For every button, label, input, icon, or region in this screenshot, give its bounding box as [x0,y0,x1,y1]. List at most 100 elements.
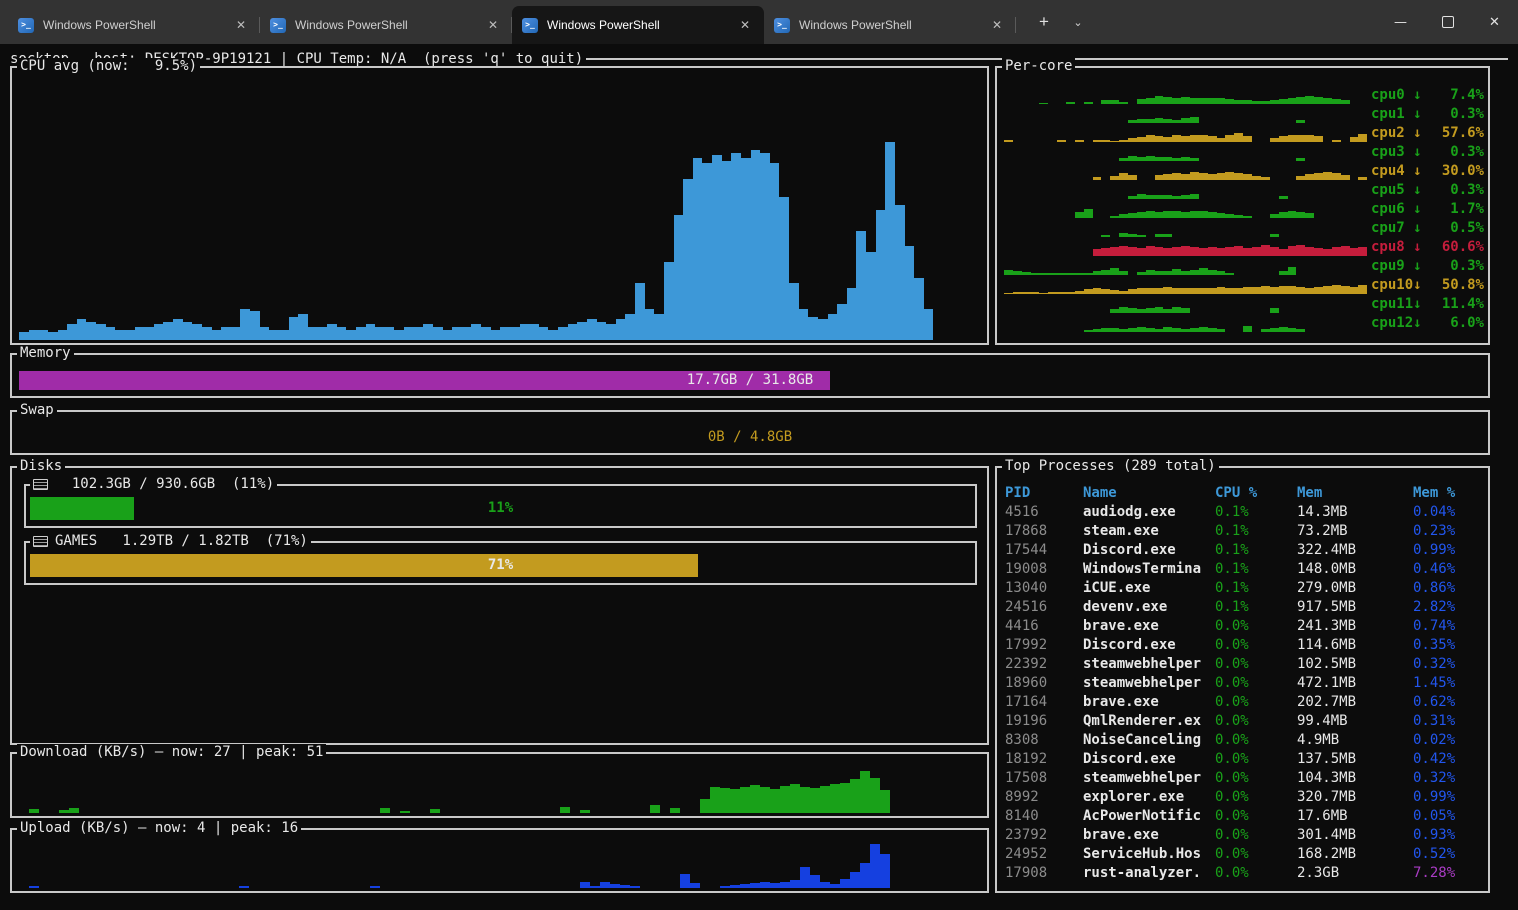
process-cell: 24952 [1005,845,1083,864]
chart-bar [67,324,77,340]
chart-bar [1234,246,1243,256]
chart-bar [1270,247,1279,256]
disk-games-bar: 71% [30,554,971,577]
process-cell: ServiceHub.Hos [1083,845,1215,864]
chart-bar [1155,234,1164,237]
chart-bar [173,319,183,340]
chart-bar [1332,285,1341,294]
disks-title: Disks [17,458,65,475]
tab-4[interactable]: >_Windows PowerShell✕ [764,6,1016,44]
chart-bar [1261,177,1270,180]
chart-bar [289,317,299,340]
chart-bar [452,327,462,340]
chart-bar [1163,287,1172,294]
maximize-button[interactable] [1424,0,1471,44]
chart-bar [799,309,809,340]
chart-bar [635,283,645,340]
process-cell: WindowsTermina [1083,560,1215,579]
core-row-2: cpu2 ↓57.6% [1004,124,1484,143]
process-cell: 8308 [1005,731,1083,750]
core-name: cpu6 ↓ [1371,200,1422,219]
swap-panel: Swap 0B / 4.8GB [10,410,1490,455]
chart-bar [1217,271,1226,275]
chart-bar [1217,138,1226,142]
tab-close-icon[interactable]: ✕ [484,18,502,32]
chart-bar [1048,273,1057,275]
chart-bar [1075,212,1084,218]
chart-bar [1163,211,1172,218]
chart-bar [740,787,750,813]
tab-label: Windows PowerShell [295,18,475,32]
minimize-button[interactable]: — [1377,0,1424,44]
chart-bar [751,150,761,340]
process-cell: QmlRenderer.ex [1083,712,1215,731]
process-cell: 301.4MB [1297,826,1413,845]
chart-bar [1181,329,1190,332]
process-cell: 0.0% [1215,788,1297,807]
tab-close-icon[interactable]: ✕ [736,18,754,32]
chart-bar [1039,103,1048,104]
chart-bar [1110,176,1119,180]
process-cell: devenv.exe [1083,598,1215,617]
core-sparkline [1004,126,1367,142]
disk-gauge-games: GAMES 1.29TB / 1.82TB (71%) 71% [24,541,977,585]
disk-c-percent: 11% [30,497,971,520]
chart-bar [600,882,610,888]
chart-bar [1323,249,1332,256]
chart-bar [850,872,860,888]
chart-bar [86,322,96,340]
chart-bar [1217,287,1226,294]
process-cell: iCUE.exe [1083,579,1215,598]
chart-bar [1084,289,1093,294]
cpu-avg-title: CPU avg (now: 9.5%) [17,58,200,75]
chart-bar [1190,158,1199,161]
chart-bar [820,786,830,813]
chart-bar [1075,140,1084,142]
chart-bar [1261,101,1270,104]
chart-bar [1057,273,1066,275]
new-tab-button[interactable]: + [1030,12,1058,32]
memory-panel: Memory 17.7GB / 31.8GB [10,353,1490,398]
chart-bar [1146,270,1155,275]
chart-bar [1119,102,1128,104]
chart-bar [1119,246,1128,256]
powershell-icon: >_ [270,18,286,33]
chart-bar [810,788,820,813]
close-button[interactable]: ✕ [1471,0,1518,44]
process-cell: 13040 [1005,579,1083,598]
chart-bar [212,330,222,340]
chart-bar [1279,99,1288,104]
chart-bar [29,809,39,813]
memory-title: Memory [17,345,74,362]
tab-dropdown-button[interactable]: ⌄ [1064,16,1092,29]
chart-bar [1181,174,1190,180]
chart-bar [558,327,568,340]
chart-bar [1172,120,1181,123]
chart-bar [183,322,193,340]
process-cell: brave.exe [1083,617,1215,636]
process-cell: 917.5MB [1297,598,1413,617]
chart-bar [1119,307,1128,313]
chart-bar [1004,140,1013,142]
tab-close-icon[interactable]: ✕ [232,18,250,32]
chart-bar [830,784,840,813]
tab-bar: >_Windows PowerShell✕>_Windows PowerShel… [0,0,1518,44]
tab-3[interactable]: >_Windows PowerShell✕ [512,6,764,44]
chart-bar [231,327,241,340]
chart-bar [1332,140,1341,142]
process-cell: 0.0% [1215,826,1297,845]
tab-close-icon[interactable]: ✕ [988,18,1006,32]
chart-bar [1252,176,1261,180]
chart-bar [1208,328,1217,332]
chart-bar [1146,328,1155,332]
chart-bar [1066,292,1075,294]
tab-1[interactable]: >_Windows PowerShell✕ [8,6,260,44]
terminal-window: >_Windows PowerShell✕>_Windows PowerShel… [0,0,1518,910]
core-usage-value: 50.8% [1442,276,1484,295]
chart-bar [1084,330,1093,332]
tab-2[interactable]: >_ Windows PowerShell ✕ [260,6,512,44]
chart-bar [1137,327,1146,332]
chart-bar [1155,271,1164,275]
chart-bar [1172,135,1181,142]
chart-bar [1199,98,1208,104]
